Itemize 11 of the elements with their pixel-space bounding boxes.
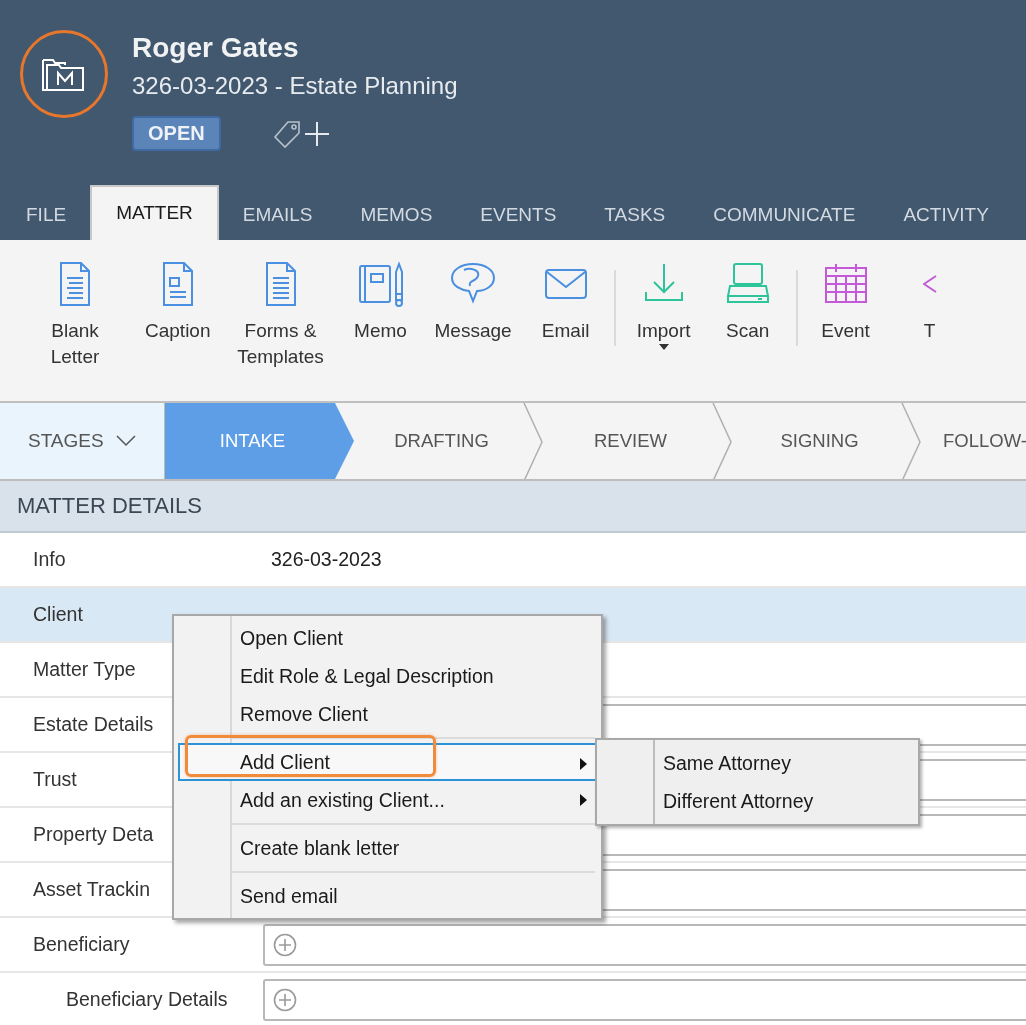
row-label: Client (33, 603, 84, 626)
section-header: MATTER DETAILS (0, 481, 1026, 533)
client-name: Roger Gates (132, 31, 300, 65)
status-badge: OPEN (132, 116, 221, 151)
matter-number: 326-03-2023 - Estate Planning (132, 71, 458, 101)
row-label: Beneficiary Details (66, 988, 229, 1011)
row-label: Property Deta (33, 823, 155, 846)
row-label: Info (33, 548, 67, 571)
row-label: Trust (33, 768, 78, 791)
row-label: Beneficiary (33, 933, 131, 956)
field-value: 326-03-2023 (270, 548, 382, 571)
